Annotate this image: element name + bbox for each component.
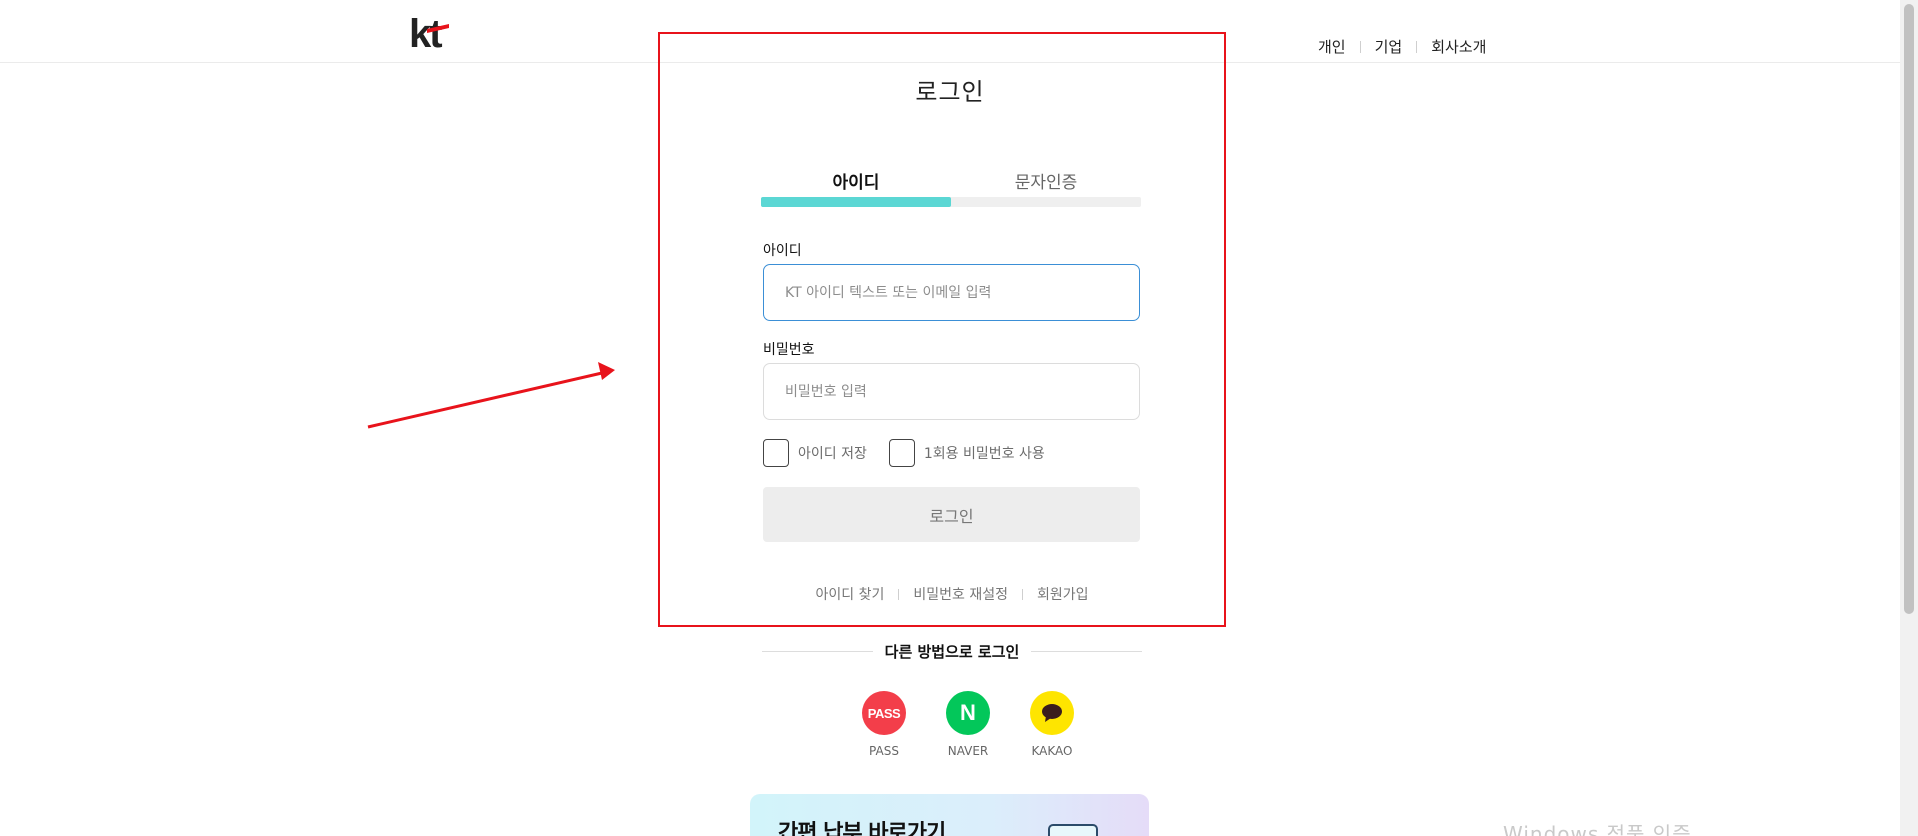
pass-icon[interactable]: PASS bbox=[862, 691, 906, 735]
windows-watermark: Windows 정품 인증 bbox=[1503, 822, 1692, 836]
page-scrollbar[interactable] bbox=[1900, 0, 1918, 836]
naver-icon-text: N bbox=[960, 700, 976, 725]
reset-password-link[interactable]: 비밀번호 재설정 bbox=[913, 584, 1008, 604]
page: kt 개인 기업 회사소개 로그인 아이디 문자인증 아이디 비밀번호 아이디 … bbox=[0, 0, 1918, 836]
other-login-divider: 다른 방법으로 로그인 bbox=[762, 641, 1142, 662]
find-id-link[interactable]: 아이디 찾기 bbox=[815, 584, 884, 604]
tab-indicator-active bbox=[761, 197, 951, 207]
speech-bubble-icon bbox=[1042, 704, 1062, 722]
nav-personal[interactable]: 개인 bbox=[1318, 36, 1346, 57]
easy-payment-banner[interactable]: 간편 납부 바로가기 bbox=[750, 794, 1149, 836]
device-icon bbox=[1048, 824, 1098, 836]
other-login-heading: 다른 방법으로 로그인 bbox=[884, 643, 1020, 661]
pass-icon-text: PASS bbox=[867, 705, 901, 721]
kt-logo[interactable]: kt bbox=[409, 12, 459, 52]
account-links: 아이디 찾기 비밀번호 재설정 회원가입 bbox=[762, 584, 1142, 604]
id-label: 아이디 bbox=[763, 243, 802, 259]
kakao-label: KAKAO bbox=[1031, 744, 1073, 758]
link-divider bbox=[1021, 588, 1023, 600]
nav-divider bbox=[1416, 40, 1418, 53]
banner-title: 간편 납부 바로가기 bbox=[778, 821, 946, 836]
social-login-list: PASS PASS N NAVER KAKAO bbox=[842, 691, 1094, 758]
divider-line bbox=[762, 651, 873, 652]
signup-link[interactable]: 회원가입 bbox=[1037, 584, 1089, 604]
naver-icon[interactable]: N bbox=[946, 691, 990, 735]
save-id-label: 아이디 저장 bbox=[798, 446, 867, 462]
nav-business[interactable]: 기업 bbox=[1375, 36, 1403, 57]
svg-text:kt: kt bbox=[409, 12, 442, 52]
tab-indicator-track bbox=[761, 197, 1141, 207]
scrollbar-thumb[interactable] bbox=[1904, 4, 1914, 614]
link-divider bbox=[898, 588, 900, 600]
password-label: 비밀번호 bbox=[763, 342, 815, 358]
divider-line bbox=[1031, 651, 1142, 652]
pass-label: PASS bbox=[869, 744, 899, 758]
login-button[interactable]: 로그인 bbox=[763, 487, 1140, 542]
id-input[interactable] bbox=[763, 264, 1140, 321]
password-input[interactable] bbox=[763, 363, 1140, 420]
otp-label: 1회용 비밀번호 사용 bbox=[923, 446, 1045, 462]
checkbox-box[interactable] bbox=[763, 439, 789, 467]
naver-label: NAVER bbox=[947, 744, 989, 758]
global-nav: 개인 기업 회사소개 bbox=[1318, 36, 1486, 57]
nav-divider bbox=[1359, 40, 1361, 53]
checkbox-box[interactable] bbox=[888, 439, 915, 467]
kakao-icon[interactable] bbox=[1030, 691, 1074, 735]
nav-company[interactable]: 회사소개 bbox=[1431, 36, 1486, 57]
save-id-checkbox[interactable]: 아이디 저장 bbox=[763, 439, 867, 467]
login-options: 아이디 저장 1회용 비밀번호 사용 bbox=[763, 439, 1067, 467]
site-header: kt 개인 기업 회사소개 bbox=[0, 0, 1900, 63]
login-title: 로그인 bbox=[915, 78, 985, 106]
otp-checkbox[interactable]: 1회용 비밀번호 사용 bbox=[888, 439, 1045, 467]
pass-login-button[interactable]: PASS PASS bbox=[842, 691, 926, 758]
kakao-login-button[interactable]: KAKAO bbox=[1010, 691, 1094, 758]
naver-login-button[interactable]: N NAVER bbox=[926, 691, 1010, 758]
